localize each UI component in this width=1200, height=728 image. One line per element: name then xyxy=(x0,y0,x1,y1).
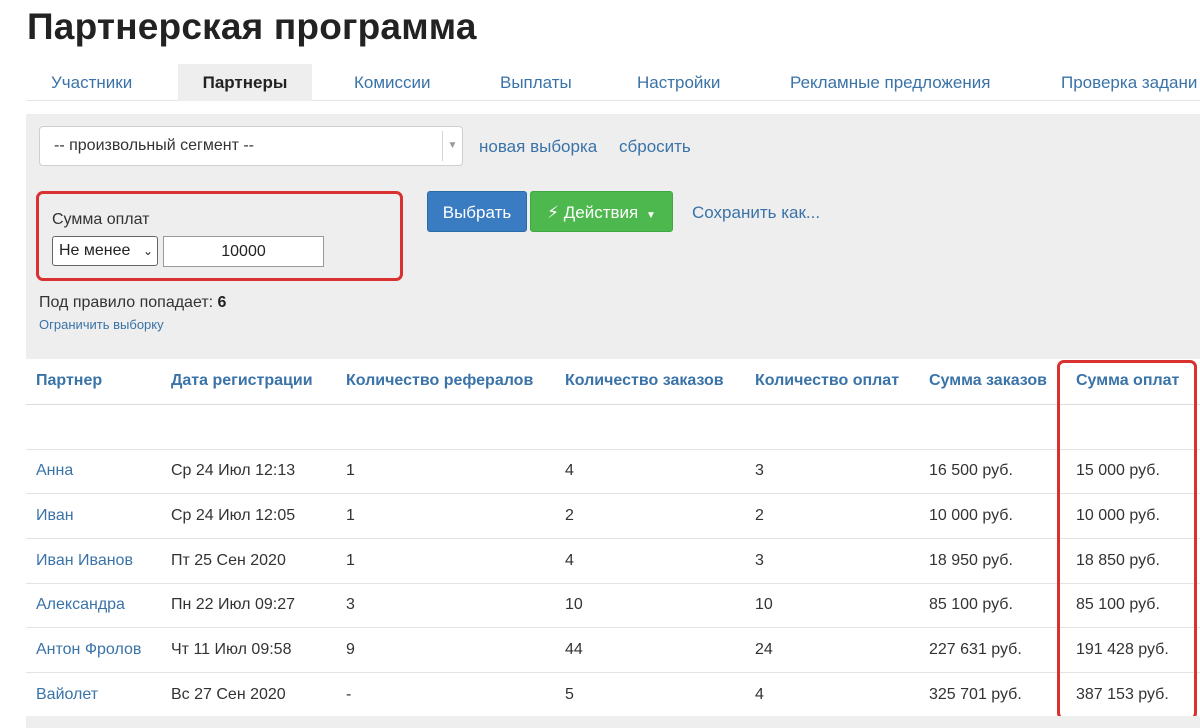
reset-link[interactable]: сбросить xyxy=(619,137,691,157)
match-count-text: Под правило попадает: 6 xyxy=(39,294,226,312)
match-count: 6 xyxy=(217,294,227,311)
payment-sum-rule: Сумма оплат Не менее ⌄ 10000 xyxy=(36,191,403,281)
limit-selection-link[interactable]: Ограничить выборку xyxy=(39,317,164,332)
orders-count: 2 xyxy=(555,493,745,539)
orders-count: 5 xyxy=(555,672,745,718)
referrals-count: 1 xyxy=(336,493,555,539)
payments-sum: 85 100 руб. xyxy=(1066,583,1200,629)
table-row: Иван Иванов Пт 25 Сен 2020 1 4 3 18 950 … xyxy=(26,538,1200,584)
table-row: Анна Ср 24 Июл 12:13 1 4 3 16 500 руб. 1… xyxy=(26,449,1200,495)
referrals-count: 3 xyxy=(336,583,555,629)
table-row: Вайолет Вс 27 Сен 2020 - 5 4 325 701 руб… xyxy=(26,672,1200,718)
table-row: Иван Ср 24 Июл 12:05 1 2 2 10 000 руб. 1… xyxy=(26,493,1200,539)
column-header-referrals[interactable]: Количество рефералов xyxy=(336,359,555,405)
payments-sum: 18 850 руб. xyxy=(1066,538,1200,584)
match-prefix: Под правило попадает: xyxy=(39,294,214,311)
orders-sum: 10 000 руб. xyxy=(919,493,1066,539)
page-title: Партнерская программа xyxy=(27,6,477,47)
referrals-count: 9 xyxy=(336,627,555,673)
orders-count: 4 xyxy=(555,449,745,495)
orders-sum: 85 100 руб. xyxy=(919,583,1066,629)
orders-sum: 16 500 руб. xyxy=(919,449,1066,495)
registration-date: Пн 22 Июл 09:27 xyxy=(161,583,336,629)
payments-count: 4 xyxy=(745,672,919,718)
save-as-link[interactable]: Сохранить как... xyxy=(692,203,820,223)
column-header-payments[interactable]: Количество оплат xyxy=(745,359,919,405)
partners-table: Партнер Дата регистрации Количество рефе… xyxy=(26,359,1200,718)
orders-sum: 227 631 руб. xyxy=(919,627,1066,673)
partner-name-link[interactable]: Анна xyxy=(26,449,161,495)
registration-date: Чт 11 Июл 09:58 xyxy=(161,627,336,673)
select-button[interactable]: Выбрать xyxy=(427,191,527,232)
tabs-bar: Участники Партнеры Комиссии Выплаты Наст… xyxy=(26,64,1200,101)
orders-sum: 18 950 руб. xyxy=(919,538,1066,584)
orders-sum: 325 701 руб. xyxy=(919,672,1066,718)
new-selection-link[interactable]: новая выборка xyxy=(479,137,597,157)
tab-payouts[interactable]: Выплаты xyxy=(500,64,572,101)
tab-task-check[interactable]: Проверка задани xyxy=(1061,64,1197,101)
payments-count: 3 xyxy=(745,538,919,584)
partner-name-link[interactable]: Антон Фролов xyxy=(26,627,161,673)
table-row: Антон Фролов Чт 11 Июл 09:58 9 44 24 227… xyxy=(26,627,1200,673)
chevron-down-icon: ⌄ xyxy=(142,244,153,258)
payments-count: 10 xyxy=(745,583,919,629)
partner-name-link[interactable]: Иван xyxy=(26,493,161,539)
referrals-count: 1 xyxy=(336,538,555,584)
payments-count: 2 xyxy=(745,493,919,539)
orders-count: 4 xyxy=(555,538,745,584)
rule-operator-select[interactable]: Не менее ⌄ xyxy=(52,236,158,266)
segment-select[interactable]: -- произвольный сегмент -- ▼ xyxy=(39,126,463,166)
actions-button[interactable]: ⚡︎ Действия ▼ xyxy=(530,191,673,232)
payments-count: 24 xyxy=(745,627,919,673)
tab-ad-offers[interactable]: Рекламные предложения xyxy=(790,64,990,101)
rule-value-input[interactable]: 10000 xyxy=(163,236,324,267)
rule-operator-value: Не менее xyxy=(59,242,131,259)
tab-partners[interactable]: Партнеры xyxy=(178,64,312,101)
payments-sum: 15 000 руб. xyxy=(1066,449,1200,495)
column-header-partner[interactable]: Партнер xyxy=(26,359,161,405)
payments-sum: 10 000 руб. xyxy=(1066,493,1200,539)
registration-date: Вс 27 Сен 2020 xyxy=(161,672,336,718)
table-footer xyxy=(26,716,1200,728)
tab-commissions[interactable]: Комиссии xyxy=(354,64,431,101)
registration-date: Ср 24 Июл 12:05 xyxy=(161,493,336,539)
referrals-count: 1 xyxy=(336,449,555,495)
filter-row xyxy=(26,404,1200,450)
partner-name-link[interactable]: Вайолет xyxy=(26,672,161,718)
rule-label: Сумма оплат xyxy=(52,211,150,228)
registration-date: Пт 25 Сен 2020 xyxy=(161,538,336,584)
segment-select-value: -- произвольный сегмент -- xyxy=(54,137,254,154)
chevron-down-icon[interactable]: ▼ xyxy=(442,131,462,161)
column-header-payments-sum[interactable]: Сумма оплат xyxy=(1066,359,1200,405)
caret-down-icon: ▼ xyxy=(645,210,656,221)
referrals-count: - xyxy=(336,672,555,718)
payments-count: 3 xyxy=(745,449,919,495)
filter-panel: -- произвольный сегмент -- ▼ новая выбор… xyxy=(26,114,1200,359)
payments-sum: 191 428 руб. xyxy=(1066,627,1200,673)
table-row: Александра Пн 22 Июл 09:27 3 10 10 85 10… xyxy=(26,583,1200,629)
tab-participants[interactable]: Участники xyxy=(51,64,132,101)
partner-name-link[interactable]: Иван Иванов xyxy=(26,538,161,584)
table-header-row: Партнер Дата регистрации Количество рефе… xyxy=(26,359,1200,405)
payments-sum: 387 153 руб. xyxy=(1066,672,1200,718)
column-header-registration-date[interactable]: Дата регистрации xyxy=(161,359,336,405)
lightning-icon: ⚡︎ xyxy=(547,203,560,222)
partner-name-link[interactable]: Александра xyxy=(26,583,161,629)
orders-count: 10 xyxy=(555,583,745,629)
column-header-orders[interactable]: Количество заказов xyxy=(555,359,745,405)
orders-count: 44 xyxy=(555,627,745,673)
column-header-orders-sum[interactable]: Сумма заказов xyxy=(919,359,1066,405)
actions-button-label: Действия xyxy=(563,203,639,222)
tab-settings[interactable]: Настройки xyxy=(637,64,720,101)
registration-date: Ср 24 Июл 12:13 xyxy=(161,449,336,495)
